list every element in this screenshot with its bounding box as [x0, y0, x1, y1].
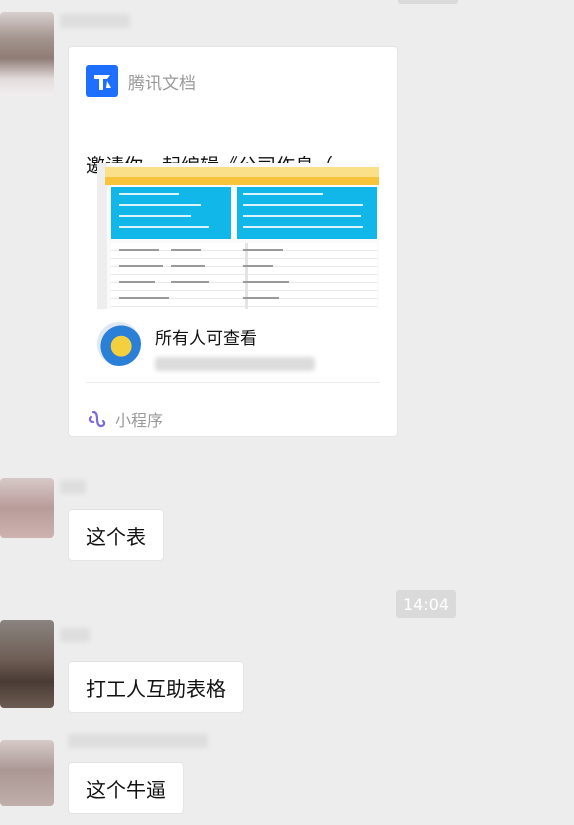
sender-name-blurred: [60, 14, 130, 28]
avatar[interactable]: [0, 740, 54, 806]
owner-avatar: [97, 322, 141, 366]
message-bubble[interactable]: 这个牛逼: [68, 762, 184, 814]
card-divider: [86, 382, 380, 383]
tencent-docs-card[interactable]: 腾讯文档 邀请你一起编辑《公司作息（... 所有人可查看: [68, 46, 398, 437]
message-bubble[interactable]: 打工人互助表格: [68, 661, 244, 713]
avatar[interactable]: [0, 620, 54, 708]
mini-program-footer: 小程序: [87, 407, 163, 431]
message-text: 这个表: [86, 524, 146, 549]
share-subtext-blurred: [155, 357, 315, 371]
share-permission-row: 所有人可查看: [97, 322, 315, 371]
avatar[interactable]: [0, 478, 54, 538]
share-permission-label: 所有人可查看: [155, 329, 257, 349]
sender-name-blurred: [68, 734, 208, 748]
message-bubble[interactable]: 这个表: [68, 509, 164, 561]
card-header: 腾讯文档: [86, 65, 196, 97]
message-text: 打工人互助表格: [86, 676, 226, 701]
mini-program-icon: [88, 410, 106, 428]
tencent-docs-logo-icon: [86, 65, 118, 97]
mini-program-label: 小程序: [115, 411, 164, 430]
previous-timestamp-chip: [398, 0, 458, 4]
sender-name-blurred: [60, 628, 90, 642]
app-name: 腾讯文档: [128, 73, 196, 94]
message-text: 这个牛逼: [86, 777, 166, 802]
sender-name-blurred: [60, 480, 86, 494]
timestamp: 14:04: [396, 590, 456, 618]
spreadsheet-preview: [97, 163, 379, 309]
avatar[interactable]: [0, 12, 54, 96]
